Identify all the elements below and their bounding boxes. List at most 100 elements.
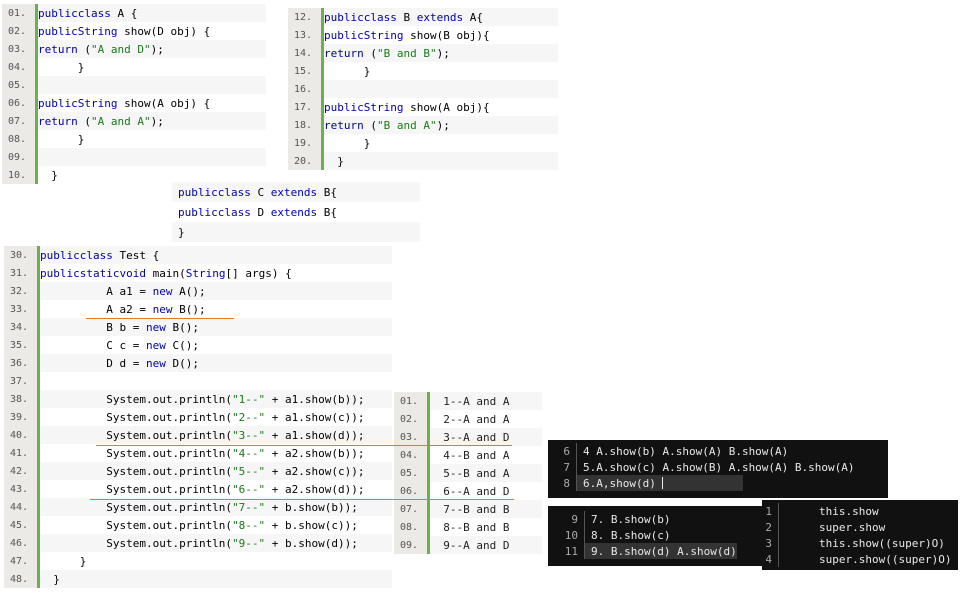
code-line: 30. public class Test { <box>4 246 392 264</box>
code-text: System.out.println("2--" + a1.show(c)); <box>40 408 392 426</box>
note-text[interactable]: 4 A.show(b) A.show(A) B.show(A) <box>576 443 788 459</box>
code-text: return ("B and A"); <box>324 116 558 134</box>
line-number: 33. <box>4 300 40 318</box>
code-text: C c = new C(); <box>40 336 392 354</box>
line-number: 05. <box>2 76 38 94</box>
code-text: System.out.println("4--" + a2.show(b)); <box>40 444 392 462</box>
code-line: 02. public String show(D obj) { <box>2 22 266 40</box>
code-text: return ("A and A"); <box>38 112 266 130</box>
note-line-number: 4 <box>765 552 772 566</box>
note-line: 2 super.show <box>762 519 958 535</box>
line-number: 09. <box>394 536 430 554</box>
line-number: 30. <box>4 246 40 264</box>
code-line: 04. } <box>2 58 266 76</box>
code-line: 33. A a2 = new B(); <box>4 300 392 318</box>
code-line: 34. B b = new B(); <box>4 318 392 336</box>
code-text: A a1 = new A(); <box>40 282 392 300</box>
note-line: 6 4 A.show(b) A.show(A) B.show(A) <box>548 443 888 459</box>
code-line: 37. <box>4 372 392 390</box>
line-number: 46. <box>4 534 40 552</box>
note-text[interactable]: this.show <box>778 503 879 519</box>
class-cd-code-block: public class C extends B{public class D … <box>172 182 420 242</box>
code-text: System.out.println("6--" + a2.show(d)); <box>40 480 392 498</box>
code-line: 05. <box>2 76 266 94</box>
line-number: 35. <box>4 336 40 354</box>
output-text: 4--B and A <box>430 446 542 464</box>
line-number: 09. <box>2 148 38 166</box>
note-text[interactable]: super.show((super)O) <box>778 551 951 567</box>
line-number: 37. <box>4 372 40 390</box>
output-line: 07. 7--B and B <box>394 500 542 518</box>
output-text: 7--B and B <box>430 500 542 518</box>
code-line: 18. return ("B and A"); <box>288 116 558 134</box>
code-text <box>38 76 266 94</box>
code-text: System.out.println("9--" + b.show(d)); <box>40 534 392 552</box>
code-text: System.out.println("5--" + a2.show(c)); <box>40 462 392 480</box>
code-text: public static void main(String[] args) { <box>40 264 392 282</box>
output-text: 9--A and D <box>430 536 542 554</box>
note-text[interactable]: 9. B.show(d) A.show(d) <box>584 543 737 559</box>
line-number: 01. <box>394 392 430 410</box>
code-text: } <box>38 130 266 148</box>
code-text: public class D extends B{ <box>172 202 420 222</box>
line-number: 06. <box>394 482 430 500</box>
line-number: 08. <box>394 518 430 536</box>
line-number: 02. <box>394 410 430 428</box>
code-text: return ("B and B"); <box>324 44 558 62</box>
line-number: 38. <box>4 390 40 408</box>
line-number: 45. <box>4 516 40 534</box>
note-line-number: 6 <box>563 444 570 458</box>
note-line-number: 11 <box>564 544 578 558</box>
note-text[interactable]: this.show((super)O) <box>778 535 945 551</box>
code-text: System.out.println("3--" + a1.show(d)); <box>40 426 392 444</box>
code-text: public String show(A obj) { <box>38 94 266 112</box>
line-number: 40. <box>4 426 40 444</box>
note-text[interactable]: 7. B.show(b) <box>584 511 670 527</box>
code-line: 14. return ("B and B"); <box>288 44 558 62</box>
note-text[interactable]: 6.A,show(d) <box>576 475 743 491</box>
line-number: 17. <box>288 98 324 116</box>
output-line: 02. 2--A and A <box>394 410 542 428</box>
output-line: 05. 5--B and A <box>394 464 542 482</box>
line-number: 14. <box>288 44 324 62</box>
code-line: public class D extends B{ <box>172 202 420 222</box>
notes-panel-3: 1 this.show 2 super.show 3 this.show((super)O… <box>762 500 958 570</box>
note-line: 3 this.show((super)O) <box>762 535 958 551</box>
code-text: public String show(B obj){ <box>324 26 558 44</box>
line-number: 03. <box>2 40 38 58</box>
line-number: 03. <box>394 428 430 446</box>
note-text[interactable]: 8. B.show(c) <box>584 527 670 543</box>
code-text: B b = new B(); <box>40 318 392 336</box>
class-b-code-block: 12. public class B extends A{13. public … <box>288 8 558 170</box>
line-number: 48. <box>4 570 40 588</box>
code-text: System.out.println("8--" + b.show(c)); <box>40 516 392 534</box>
code-line: 40. System.out.println("3--" + a1.show(d… <box>4 426 392 444</box>
code-line: 39. System.out.println("2--" + a1.show(c… <box>4 408 392 426</box>
note-line: 9 7. B.show(b) <box>548 511 764 527</box>
line-number: 43. <box>4 480 40 498</box>
line-number: 31. <box>4 264 40 282</box>
code-line: 42. System.out.println("5--" + a2.show(c… <box>4 462 392 480</box>
code-text: System.out.println("7--" + b.show(b)); <box>40 498 392 516</box>
code-line: 07. return ("A and A"); <box>2 112 266 130</box>
code-text: A a2 = new B(); <box>40 300 392 318</box>
note-line: 10 8. B.show(c) <box>548 527 764 543</box>
line-number: 12. <box>288 8 324 26</box>
note-line-number: 9 <box>571 512 578 526</box>
code-line: 15. } <box>288 62 558 80</box>
code-text <box>40 372 392 390</box>
code-text: public String show(D obj) { <box>38 22 266 40</box>
code-line: 46. System.out.println("9--" + b.show(d)… <box>4 534 392 552</box>
code-line: 41. System.out.println("4--" + a2.show(b… <box>4 444 392 462</box>
code-line: 06. public String show(A obj) { <box>2 94 266 112</box>
test-class-code-block: 30. public class Test {31. public static… <box>4 246 392 588</box>
code-line: 47. } <box>4 552 392 570</box>
underline-line40 <box>96 445 512 446</box>
output-line: 04. 4--B and A <box>394 446 542 464</box>
code-line: 48. } <box>4 570 392 588</box>
note-text[interactable]: 5.A.show(c) A.show(B) A.show(A) B.show(A… <box>576 459 855 475</box>
code-line: 36. D d = new D(); <box>4 354 392 372</box>
note-line-number: 2 <box>765 520 772 534</box>
note-text[interactable]: super.show <box>778 519 885 535</box>
code-text: } <box>40 570 392 588</box>
